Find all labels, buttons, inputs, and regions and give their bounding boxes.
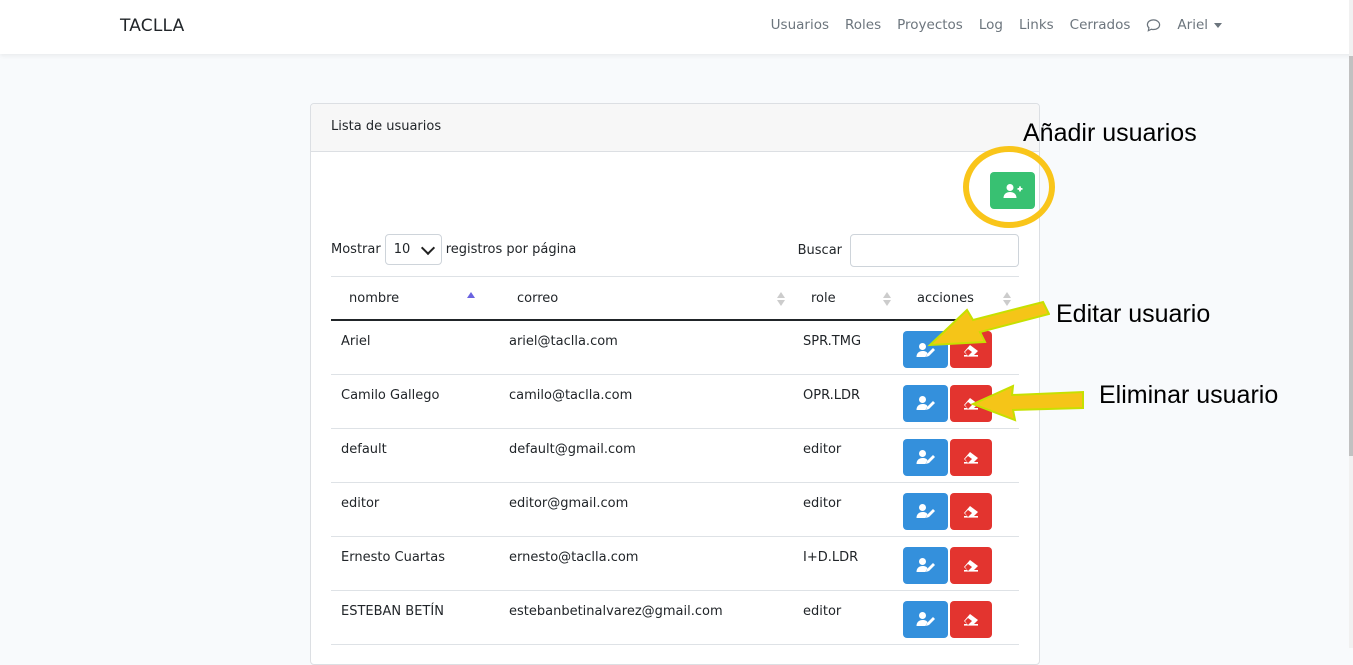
delete-user-button[interactable] bbox=[950, 546, 992, 584]
cell-correo: editor@gmail.com bbox=[499, 482, 793, 537]
column-header-nombre[interactable]: nombre bbox=[331, 276, 499, 321]
nav-link-cerrados[interactable]: Cerrados bbox=[1070, 17, 1131, 33]
sort-icon bbox=[777, 292, 785, 306]
user-menu[interactable]: Ariel bbox=[1177, 17, 1222, 33]
cell-role: SPR.TMG bbox=[793, 320, 899, 375]
eraser-icon bbox=[964, 452, 978, 464]
nav-link-log[interactable]: Log bbox=[979, 17, 1003, 33]
table-row: default default@gmail.com editor bbox=[331, 428, 1019, 483]
eraser-icon bbox=[964, 398, 978, 410]
users-card: Lista de usuarios Mostrar 10 registros p… bbox=[310, 103, 1040, 665]
search-input[interactable] bbox=[850, 234, 1019, 267]
edit-user-icon bbox=[916, 396, 935, 410]
eraser-icon bbox=[964, 614, 978, 626]
add-user-button[interactable] bbox=[990, 172, 1035, 209]
nav-link-links[interactable]: Links bbox=[1019, 17, 1054, 33]
cell-role: editor bbox=[793, 428, 899, 483]
edit-user-button[interactable] bbox=[903, 438, 948, 476]
table-header-row: nombre correo role acciones bbox=[331, 276, 1019, 321]
cell-nombre: editor bbox=[331, 482, 499, 537]
edit-user-icon bbox=[916, 504, 935, 518]
edit-user-button[interactable] bbox=[903, 384, 948, 422]
edit-user-icon bbox=[916, 612, 935, 626]
search-label: Buscar bbox=[797, 243, 842, 258]
cell-role: OPR.LDR bbox=[793, 374, 899, 429]
edit-user-icon bbox=[916, 558, 935, 572]
cell-acciones bbox=[899, 590, 1019, 645]
top-navbar: TACLLA Usuarios Roles Proyectos Log Link… bbox=[0, 0, 1353, 54]
edit-user-icon bbox=[916, 450, 935, 464]
edit-user-button[interactable] bbox=[903, 600, 948, 638]
user-menu-label: Ariel bbox=[1177, 17, 1208, 33]
cell-correo: ariel@taclla.com bbox=[499, 320, 793, 375]
cell-correo: default@gmail.com bbox=[499, 428, 793, 483]
cell-nombre: Ernesto Cuartas bbox=[331, 536, 499, 591]
column-header-acciones[interactable]: acciones bbox=[899, 276, 1019, 321]
delete-user-button[interactable] bbox=[950, 600, 992, 638]
eraser-icon bbox=[964, 560, 978, 572]
delete-user-button[interactable] bbox=[950, 438, 992, 476]
annotation-delete: Eliminar usuario bbox=[1099, 381, 1279, 409]
add-user-icon bbox=[1003, 183, 1022, 198]
card-title: Lista de usuarios bbox=[311, 104, 1039, 152]
edit-user-icon bbox=[916, 342, 935, 357]
column-header-role[interactable]: role bbox=[793, 276, 899, 321]
cell-correo: ernesto@taclla.com bbox=[499, 536, 793, 591]
cell-correo: estebanbetinalvarez@gmail.com bbox=[499, 590, 793, 645]
cell-acciones bbox=[899, 320, 1019, 375]
column-header-correo[interactable]: correo bbox=[499, 276, 793, 321]
table-row: Ernesto Cuartas ernesto@taclla.com I+D.L… bbox=[331, 536, 1019, 591]
cell-nombre: default bbox=[331, 428, 499, 483]
sort-icon bbox=[1003, 292, 1011, 306]
sort-asc-icon bbox=[467, 292, 475, 306]
brand-logo[interactable]: TACLLA bbox=[120, 16, 184, 36]
cell-acciones bbox=[899, 428, 1019, 483]
chevron-down-icon bbox=[420, 240, 435, 255]
nav-link-usuarios[interactable]: Usuarios bbox=[771, 17, 829, 33]
delete-user-button[interactable] bbox=[950, 384, 992, 422]
cell-nombre: Ariel bbox=[331, 320, 499, 375]
show-label: Mostrar bbox=[331, 242, 381, 257]
edit-user-button[interactable] bbox=[903, 331, 948, 368]
chevron-down-icon bbox=[1214, 22, 1222, 28]
column-label: nombre bbox=[349, 291, 400, 306]
page-size-select[interactable]: 10 bbox=[384, 234, 442, 265]
eraser-icon bbox=[964, 344, 978, 357]
column-label: acciones bbox=[917, 291, 974, 306]
delete-user-button[interactable] bbox=[950, 492, 992, 530]
nav-link-roles[interactable]: Roles bbox=[845, 17, 881, 33]
page-size-control: Mostrar 10 registros por página bbox=[331, 234, 576, 265]
table-row: Ariel ariel@taclla.com SPR.TMG bbox=[331, 320, 1019, 375]
chat-icon[interactable] bbox=[1146, 18, 1161, 33]
cell-acciones bbox=[899, 482, 1019, 537]
cell-nombre: Camilo Gallego bbox=[331, 374, 499, 429]
cell-role: editor bbox=[793, 482, 899, 537]
column-label: correo bbox=[517, 291, 559, 306]
column-label: role bbox=[811, 291, 836, 306]
nav-links: Usuarios Roles Proyectos Log Links Cerra… bbox=[771, 17, 1222, 33]
eraser-icon bbox=[964, 506, 978, 518]
scrollbar-thumb[interactable] bbox=[1349, 56, 1353, 456]
scrollbar[interactable] bbox=[1349, 0, 1353, 648]
annotation-edit: Editar usuario bbox=[1056, 300, 1211, 328]
nav-link-proyectos[interactable]: Proyectos bbox=[897, 17, 963, 33]
search-control: Buscar bbox=[798, 234, 1019, 267]
per-page-label: registros por página bbox=[445, 242, 577, 257]
cell-role: I+D.LDR bbox=[793, 536, 899, 591]
page-size-value: 10 bbox=[393, 242, 411, 257]
delete-user-button[interactable] bbox=[950, 331, 992, 368]
annotation-add: Añadir usuarios bbox=[1023, 119, 1197, 147]
table-row: ESTEBAN BETÍN estebanbetinalvarez@gmail.… bbox=[331, 590, 1019, 645]
cell-role: editor bbox=[793, 590, 899, 645]
cell-acciones bbox=[899, 374, 1019, 429]
sort-icon bbox=[883, 292, 891, 306]
edit-user-button[interactable] bbox=[903, 492, 948, 530]
cell-correo: camilo@taclla.com bbox=[499, 374, 793, 429]
users-table: nombre correo role acciones Ariel ariel@… bbox=[331, 276, 1019, 645]
table-row: editor editor@gmail.com editor bbox=[331, 482, 1019, 537]
edit-user-button[interactable] bbox=[903, 546, 948, 584]
table-row: Camilo Gallego camilo@taclla.com OPR.LDR bbox=[331, 374, 1019, 429]
cell-acciones bbox=[899, 536, 1019, 591]
cell-nombre: ESTEBAN BETÍN bbox=[331, 590, 499, 645]
